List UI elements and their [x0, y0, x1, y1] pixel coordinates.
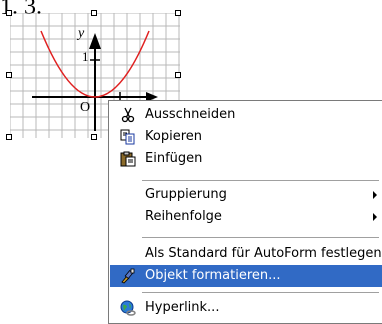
hyperlink-label: Hyperlink...: [145, 300, 220, 315]
paste-label: Einfügen: [145, 151, 203, 166]
order-menu-item[interactable]: Reihenfolge: [110, 206, 382, 228]
order-label: Reihenfolge: [145, 209, 222, 224]
submenu-arrow-icon: [373, 191, 377, 199]
format-object-label: Objekt formatieren...: [145, 268, 281, 283]
menu-separator: [142, 237, 379, 239]
resize-handle-right[interactable]: [175, 72, 181, 78]
set-autoform-default-label: Als Standard für AutoForm festlegen: [145, 246, 382, 261]
scissors-icon: [119, 107, 136, 123]
submenu-arrow-icon: [373, 213, 377, 221]
resize-handle-top[interactable]: [91, 10, 97, 16]
resize-handle-top-left[interactable]: [6, 10, 12, 16]
copy-label: Kopieren: [145, 129, 202, 144]
cut-label: Ausschneiden: [145, 107, 236, 122]
y-axis-label: y: [76, 26, 85, 41]
format-object-menu-item[interactable]: Objekt formatieren...: [110, 265, 382, 287]
copy-icon: [119, 129, 136, 145]
resize-handle-left[interactable]: [6, 72, 12, 78]
grouping-menu-item[interactable]: Gruppierung: [110, 184, 382, 206]
menu-separator: [142, 292, 379, 294]
paste-menu-item[interactable]: Einfügen: [110, 148, 382, 170]
format-brush-icon: [119, 268, 136, 284]
hyperlink-menu-item[interactable]: Hyperlink...: [110, 297, 382, 319]
context-menu: Ausschneiden Kopieren Einfügen Gruppieru…: [108, 100, 382, 324]
resize-handle-top-right[interactable]: [175, 10, 181, 16]
tick-label-one: 1: [82, 49, 89, 64]
set-autoform-default-menu-item[interactable]: Als Standard für AutoForm festlegen: [110, 243, 382, 265]
y-axis-arrow: [89, 33, 101, 49]
paste-icon: [119, 151, 136, 167]
resize-handle-bottom-left[interactable]: [6, 134, 12, 140]
globe-link-icon: [119, 300, 136, 316]
resize-handle-bottom[interactable]: [91, 134, 97, 140]
origin-label: O: [80, 100, 90, 115]
grouping-label: Gruppierung: [145, 187, 227, 202]
copy-menu-item[interactable]: Kopieren: [110, 126, 382, 148]
cut-menu-item[interactable]: Ausschneiden: [110, 104, 382, 126]
menu-separator: [142, 180, 379, 182]
